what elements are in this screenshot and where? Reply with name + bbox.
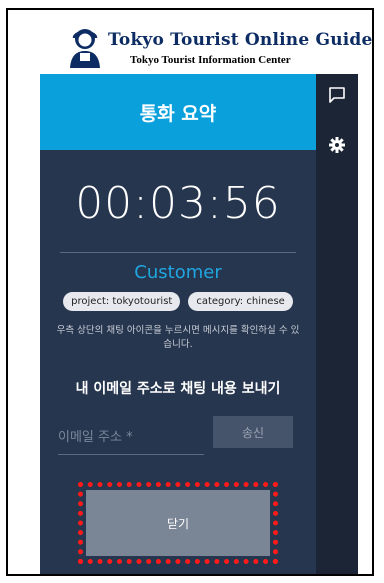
info-text: 우측 상단의 채팅 아이콘을 누르시면 메시지를 확인하실 수 있습니다.: [56, 325, 300, 350]
customer-label: Customer: [134, 262, 222, 283]
divider: [60, 252, 296, 253]
chat-icon[interactable]: [328, 86, 346, 104]
app-title: Tokyo Tourist Online Guide: [108, 30, 373, 50]
tag-project: project: tokyotourist: [63, 292, 181, 311]
tag-category: category: chinese: [188, 292, 293, 311]
header: Tokyo Tourist Online Guide Tokyo Tourist…: [56, 24, 372, 78]
call-duration: 00:03:56: [75, 178, 281, 229]
panel-title: 통화 요약: [139, 102, 217, 125]
email-field-wrapper: [58, 418, 204, 455]
send-transcript-title: 내 이메일 주소로 채팅 내용 보내기: [75, 381, 281, 397]
email-field[interactable]: [58, 424, 204, 450]
person-support-icon: [70, 29, 100, 68]
gear-icon[interactable]: [328, 136, 346, 154]
send-button[interactable]: 송신: [213, 416, 293, 448]
app-subtitle: Tokyo Tourist Information Center: [130, 54, 291, 66]
close-button[interactable]: 닫기: [86, 490, 270, 556]
side-rail: [316, 74, 358, 574]
panel-header: 통화 요약: [40, 74, 316, 150]
tag-list: project: tokyotourist category: chinese: [40, 292, 316, 311]
call-summary-panel: 통화 요약 00:03:56 Customer project: tokyoto…: [40, 74, 316, 574]
